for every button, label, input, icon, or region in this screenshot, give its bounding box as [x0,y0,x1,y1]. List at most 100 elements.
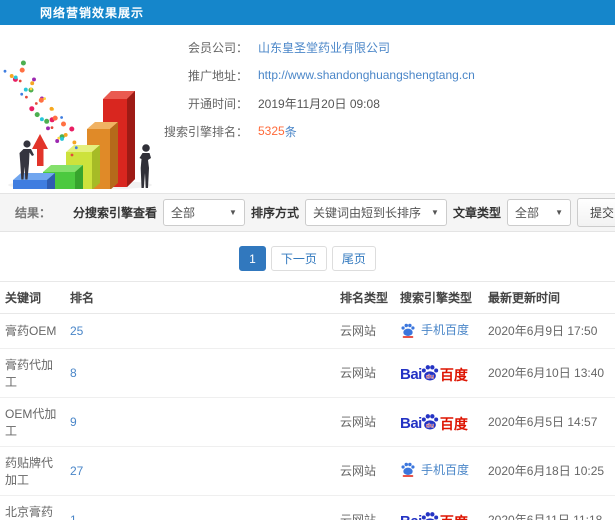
submit-button[interactable]: 提交 [576,198,615,227]
filter-controls: 分搜索引擎查看 全部 ▼ 排序方式 关键词由短到长排序 ▼ 文章类型 全部 ▼ … [73,194,615,231]
table-header-row: 关键词 排名 排名类型 搜索引擎类型 最新更新时间 [0,281,615,314]
rank-count-label: 搜索引擎排名： [163,124,248,139]
results-table: 关键词 排名 排名类型 搜索引擎类型 最新更新时间 膏药OEM 25 云网站 手机百度… [0,281,615,520]
col-header-updated: 最新更新时间 [483,281,615,314]
baidu-paw-icon: du [421,414,439,430]
filter-bar: 结果： 分搜索引擎查看 全部 ▼ 排序方式 关键词由短到长排序 ▼ 文章类型 全… [0,193,615,232]
info-row-rank-count: 搜索引擎排名： 5325 条 [130,121,475,141]
rank-type-cell: 云网站 [335,495,395,520]
table-row: 北京膏药贴牌 1 云网站 Baidu百度 2020年6月11日 11:18 [0,495,615,520]
updated-cell: 2020年6月5日 14:57 [483,397,615,447]
updated-cell: 2020年6月9日 17:50 [483,313,615,349]
baidu-paw-icon: du [421,365,439,381]
chevron-down-icon: ▼ [229,208,237,217]
company-link[interactable]: 山东皇圣堂药业有限公司 [258,39,390,56]
baidu-bai-text: Bai [400,366,422,383]
table-row: 药贴牌代加工 27 云网站 手机百度 2020年6月18日 10:25 [0,446,615,496]
result-label: 结果： [15,206,52,220]
baidu-paw-icon [401,323,415,338]
info-row-open-time: 开通时间： 2019年11月20日 09:08 [130,93,475,113]
engine-filter-value: 全部 [170,206,195,220]
article-type-value: 全部 [514,206,539,220]
pagination: 1 下一页 尾页 [0,246,615,271]
open-time-value: 2019年11月20日 09:08 [258,96,380,111]
company-label: 会员公司： [187,40,248,55]
rank-cell: 1 [65,495,335,520]
baidu-logo: Baidu 百度 [400,412,468,431]
rank-cell: 9 [65,397,335,447]
sort-filter-select[interactable]: 关键词由短到长排序 ▼ [304,199,447,226]
sort-filter-value: 关键词由短到长排序 [312,206,421,220]
baidu-logo: Baidu百度 [400,510,468,520]
rank-type-cell: 云网站 [335,397,395,447]
article-type-select[interactable]: 全部 ▼ [506,199,571,226]
chevron-down-icon: ▼ [431,208,439,217]
col-header-rank-type: 排名类型 [335,281,395,314]
engine-cell: 手机百度 [395,313,483,349]
page-button-current[interactable]: 1 [239,246,266,271]
engine-cell: Baidu 百度 [395,348,483,398]
table-row: 膏药OEM 25 云网站 手机百度 2020年6月9日 17:50 [0,313,615,349]
rank-cell: 8 [65,348,335,398]
promo-url-label: 推广地址： [187,68,248,83]
baidu-logo: Baidu 百度 [400,363,468,382]
open-time-label: 开通时间： [187,96,248,111]
marketing-report-page: 网络营销效果展示 会员公司： 山东皇圣堂药业有限公司 推广地址： http://… [0,0,615,520]
mobile-baidu-logo: 手机百度 [400,321,469,338]
rank-type-cell: 云网站 [335,446,395,496]
updated-cell: 2020年6月18日 10:25 [483,446,615,496]
mobile-baidu-logo: 手机百度 [400,461,469,478]
table-row: OEM代加工 9 云网站 Bai du 百度 2020年6月5日 14:57 [0,397,615,447]
baidu-cn-text: 百度 [440,515,468,520]
keyword-cell: 北京膏药贴牌 [0,495,65,520]
engine-label: 手机百度 [421,323,470,337]
rank-link[interactable]: 9 [70,415,77,429]
updated-cell: 2020年6月11日 11:18 [483,495,615,520]
results-table-body: 膏药OEM 25 云网站 手机百度 2020年6月9日 17:50 膏药代加工 8 云网站 Ba… [0,313,615,520]
svg-text:du: du [426,373,434,380]
rank-link[interactable]: 1 [70,513,77,520]
baidu-cn-text: 百度 [439,416,468,432]
baidu-bai-text: Bai [400,415,422,432]
page-title: 网络营销效果展示 [40,6,145,20]
col-header-rank: 排名 [65,281,335,314]
rank-cell: 27 [65,446,335,496]
engine-cell: Baidu百度 [395,495,483,520]
col-header-engine: 搜索引擎类型 [395,281,483,314]
account-info: 会员公司： 山东皇圣堂药业有限公司 推广地址： http://www.shand… [130,37,475,149]
rank-link[interactable]: 8 [70,366,77,380]
chevron-down-icon: ▼ [555,208,563,217]
rank-count-unit: 条 [284,124,297,139]
engine-filter-label: 分搜索引擎查看 [72,206,157,220]
col-header-keyword: 关键词 [0,281,65,314]
engine-cell: Baidu 百度 [395,397,483,447]
keyword-cell: OEM代加工 [0,397,65,447]
businessman-right-figure [139,144,151,188]
info-row-company: 会员公司： 山东皇圣堂药业有限公司 [130,37,475,57]
baidu-paw-icon [401,462,415,478]
article-type-label: 文章类型 [452,206,501,220]
keyword-cell: 膏药OEM [0,313,65,349]
rank-count-number: 5325 [258,124,285,138]
info-section: 会员公司： 山东皇圣堂药业有限公司 推广地址： http://www.shand… [0,25,615,193]
baidu-cn-text: 百度 [439,367,468,383]
sort-filter-label: 排序方式 [250,206,299,220]
engine-filter-select[interactable]: 全部 ▼ [162,199,245,226]
table-row: 膏药代加工 8 云网站 Bai du 百度 2020年6月10日 13:40 [0,348,615,398]
promo-url-link[interactable]: http://www.shandonghuangshengtang.cn [258,68,475,82]
engine-label: 手机百度 [421,462,470,477]
engine-cell: 手机百度 [395,446,483,496]
page-header: 网络营销效果展示 [0,0,615,25]
keyword-cell: 膏药代加工 [0,348,65,398]
rank-link[interactable]: 25 [70,324,83,338]
baidu-bai-text: Bai [400,514,422,520]
svg-text:du: du [426,422,434,429]
keyword-cell: 药贴牌代加工 [0,446,65,496]
info-row-url: 推广地址： http://www.shandonghuangshengtang.… [130,65,475,85]
baidu-paw-icon: du [421,512,439,520]
last-page-button[interactable]: 尾页 [331,246,376,271]
rank-cell: 25 [65,313,335,349]
rank-link[interactable]: 27 [70,464,83,478]
next-page-button[interactable]: 下一页 [270,246,327,271]
updated-cell: 2020年6月10日 13:40 [483,348,615,398]
